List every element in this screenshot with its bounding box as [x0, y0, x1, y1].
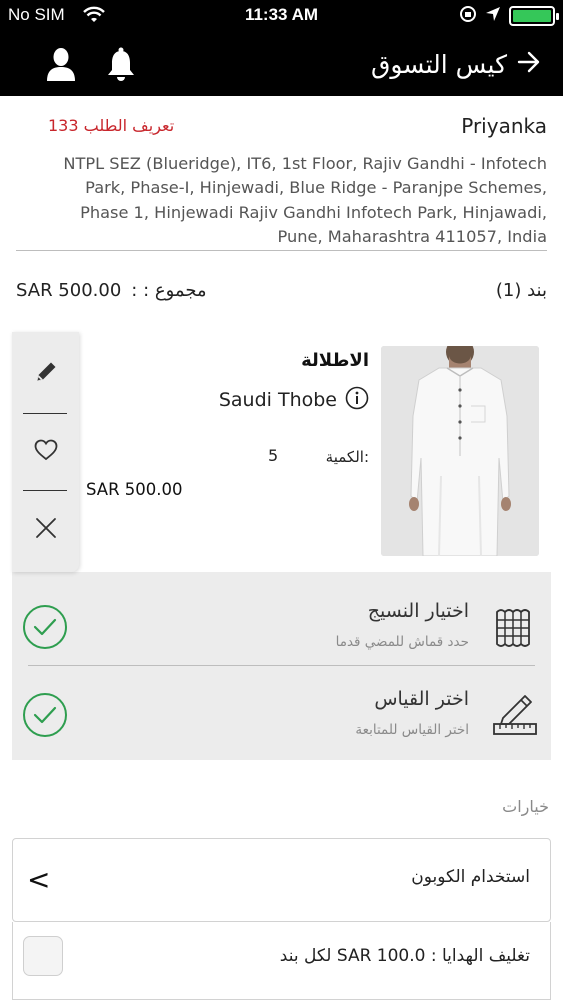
- edit-button[interactable]: [12, 336, 79, 412]
- address-line: Park, Phase-I, Hinjewadi, Blue Ridge - P…: [85, 178, 547, 198]
- options-heading: خيارات: [502, 797, 549, 816]
- select-measurement-row[interactable]: اختر القياس اختر القياس للمتابعة: [12, 670, 551, 760]
- arrow-right-icon: [517, 51, 541, 77]
- total-label: مجموع : :: [131, 280, 207, 301]
- measure-icon: [489, 690, 539, 740]
- product-name: Saudi Thobe: [218, 389, 337, 411]
- select-fabric-row[interactable]: اختيار النسيج حدد قماش للمضي قدما: [12, 582, 551, 672]
- option-title: اختر القياس: [374, 688, 469, 710]
- option-divider: [28, 665, 535, 666]
- close-icon: [34, 516, 58, 544]
- product-card: الاطلالة Saudi Thobe الكمية: 5 SAR 500.0…: [12, 332, 551, 760]
- shipping-address: NTPL SEZ (Blueridge), IT6, 1st Floor, Ra…: [16, 152, 547, 250]
- fabric-icon: [489, 602, 539, 652]
- total-value: SAR 500.00: [16, 280, 122, 301]
- status-bar: No SIM 11:33 AM: [0, 0, 563, 32]
- gift-wrap-checkbox[interactable]: [23, 936, 63, 976]
- nav-bar: كيس التسوق: [0, 32, 563, 96]
- divider: [16, 250, 547, 251]
- location-icon: [485, 6, 501, 27]
- customer-name: Priyanka: [461, 114, 547, 138]
- option-subtitle: حدد قماش للمضي قدما: [335, 634, 469, 650]
- use-coupon-button[interactable]: < استخدام الكوبون: [12, 838, 551, 922]
- product-actions: [12, 332, 79, 572]
- address-line: Phase 1, Hinjewadi Rajiv Gandhi Infotech…: [80, 202, 547, 222]
- favorite-button[interactable]: [12, 414, 79, 490]
- option-subtitle: اختر القياس للمتابعة: [355, 722, 469, 738]
- coupon-label: استخدام الكوبون: [411, 867, 530, 887]
- back-button[interactable]: كيس التسوق: [371, 46, 541, 82]
- option-title: اختيار النسيج: [367, 600, 469, 622]
- check-icon: [22, 692, 68, 738]
- check-icon: [22, 604, 68, 650]
- product-title: الاطلالة: [301, 350, 369, 371]
- product-price: SAR 500.00: [86, 480, 183, 499]
- address-line: Pune, Maharashtra 411057, India: [277, 227, 547, 247]
- remove-button[interactable]: [12, 492, 79, 568]
- product-details: الاطلالة Saudi Thobe الكمية: 5 SAR 500.0…: [12, 332, 551, 572]
- page-title: كيس التسوق: [371, 49, 507, 79]
- heart-icon: [33, 438, 59, 466]
- chevron-left-icon: <: [27, 863, 51, 896]
- action-divider: [23, 490, 67, 491]
- battery-icon: [509, 6, 559, 26]
- quantity-label: الكمية:: [325, 448, 369, 466]
- address-line: NTPL SEZ (Blueridge), IT6, 1st Floor, Ra…: [63, 154, 547, 173]
- gift-wrap-row: تغليف الهدايا : SAR 100.0 لكل بند: [12, 922, 551, 1000]
- items-count: بند (1): [495, 280, 547, 301]
- rotation-lock-icon: [459, 5, 477, 28]
- product-image: [381, 346, 539, 556]
- info-icon[interactable]: [345, 386, 369, 414]
- gift-wrap-label: تغليف الهدايا : SAR 100.0 لكل بند: [279, 946, 530, 966]
- edit-icon: [33, 359, 59, 389]
- user-icon[interactable]: [44, 46, 78, 82]
- order-total: مجموع : : SAR 500.00: [16, 280, 207, 301]
- bell-icon[interactable]: [104, 46, 138, 82]
- order-id-label: تعريف الطلب 133: [48, 116, 175, 135]
- product-name-row: Saudi Thobe: [219, 386, 369, 414]
- quantity-value: 5: [268, 446, 279, 465]
